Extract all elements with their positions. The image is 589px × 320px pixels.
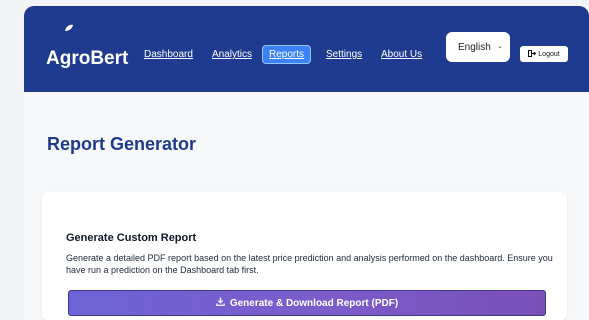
nav-link-settings[interactable]: Settings xyxy=(326,49,362,60)
nav-link-dashboard[interactable]: Dashboard xyxy=(144,49,193,60)
brand-logo[interactable]: AgroBert xyxy=(46,48,128,70)
generate-report-button[interactable]: Generate & Download Report (PDF) xyxy=(68,290,546,316)
leaf-logo-icon xyxy=(64,24,74,32)
generate-report-label: Generate & Download Report (PDF) xyxy=(229,297,399,309)
nav-link-analytics[interactable]: Analytics xyxy=(212,49,252,60)
language-select[interactable]: English ⌄ xyxy=(446,32,510,62)
report-card-description: Generate a detailed PDF report based on … xyxy=(66,253,553,275)
download-icon xyxy=(216,297,225,309)
report-card: Generate Custom Report Generate a detail… xyxy=(42,192,567,320)
logout-label: Logout xyxy=(538,50,560,58)
nav-link-reports[interactable]: Reports xyxy=(262,45,312,64)
logout-icon xyxy=(528,49,537,59)
language-value: English xyxy=(458,41,491,53)
app-window: AgroBert Dashboard Analytics Reports Set… xyxy=(24,6,589,320)
chevron-down-icon: ⌄ xyxy=(497,43,503,50)
page-title: Report Generator xyxy=(47,134,197,154)
nav-link-about-us[interactable]: About Us xyxy=(381,49,422,60)
logout-button[interactable]: Logout xyxy=(520,46,568,62)
navbar: AgroBert Dashboard Analytics Reports Set… xyxy=(24,6,589,92)
report-card-title: Generate Custom Report xyxy=(66,232,197,244)
